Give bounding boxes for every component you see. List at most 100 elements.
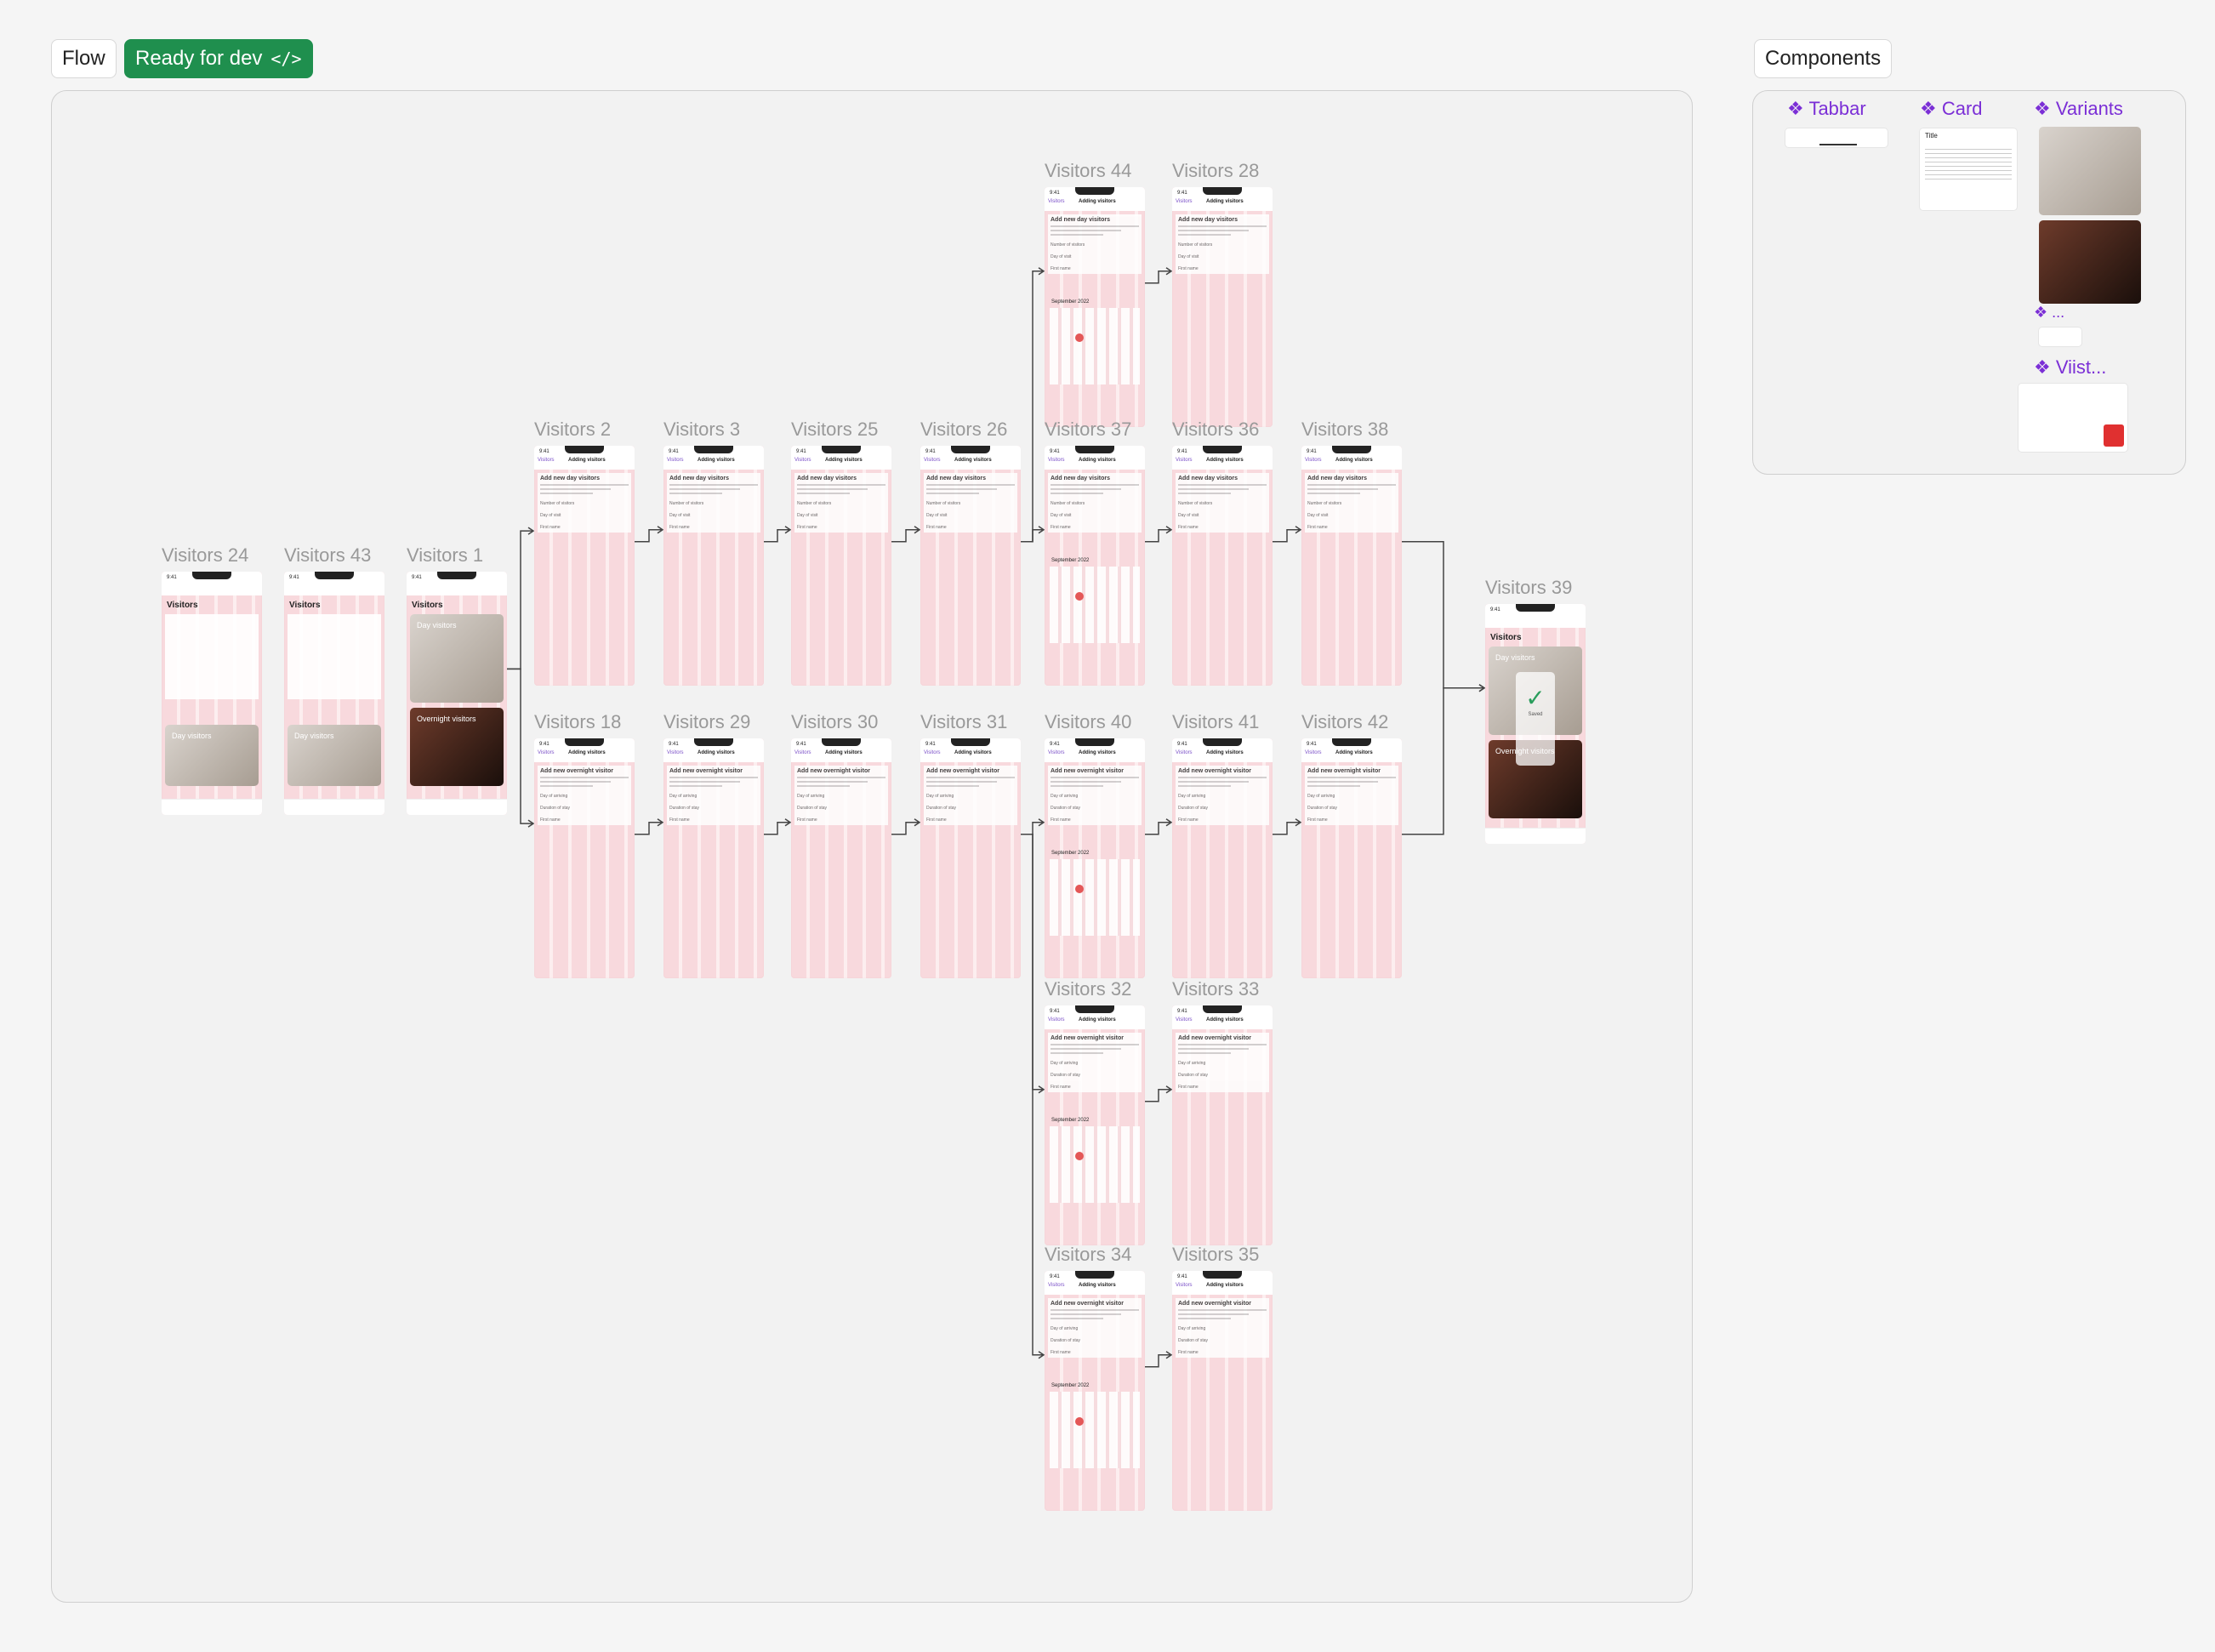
- tabbar[interactable]: [162, 799, 262, 815]
- tabbar[interactable]: [284, 799, 384, 815]
- screen-s26[interactable]: 9:41 Visitors Adding visitors Add new day v…: [920, 446, 1021, 686]
- small-component-thumb[interactable]: [2039, 328, 2081, 346]
- back-link[interactable]: Visitors: [1048, 458, 1065, 463]
- back-link[interactable]: Visitors: [794, 750, 811, 755]
- field-label: Day of arriving: [1178, 1326, 1206, 1331]
- components-chip[interactable]: Components: [1754, 39, 1893, 78]
- back-link[interactable]: Visitors: [1048, 1283, 1065, 1288]
- ready-for-dev-button[interactable]: Ready for dev </>: [124, 39, 313, 78]
- screen-s37[interactable]: 9:41 Visitors Adding visitors Add new day v…: [1045, 446, 1145, 686]
- day-visitors-card[interactable]: Day visitors: [165, 725, 259, 786]
- tabbar[interactable]: [407, 799, 507, 815]
- field-label: Duration of stay: [1178, 1338, 1209, 1343]
- back-link[interactable]: Visitors: [1048, 1017, 1065, 1023]
- screen-s25[interactable]: 9:41 Visitors Adding visitors Add new day v…: [791, 446, 891, 686]
- adding-visitors-title: Adding visitors: [698, 750, 735, 755]
- back-link[interactable]: Visitors: [1176, 1017, 1193, 1023]
- back-link[interactable]: Visitors: [1048, 750, 1065, 755]
- back-link[interactable]: Visitors: [667, 750, 684, 755]
- more-component[interactable]: ❖ ...: [2034, 304, 2064, 322]
- screen-s18[interactable]: 9:41 Visitors Adding visitors Add new overn…: [534, 738, 635, 978]
- tabbar-component[interactable]: ❖ Tabbar: [1787, 98, 1866, 120]
- variant-day-dark[interactable]: [2039, 220, 2141, 304]
- back-link[interactable]: Visitors: [538, 458, 555, 463]
- screen-s28[interactable]: 9:41 Visitors Adding visitors Add new day v…: [1172, 187, 1273, 427]
- screen-s36[interactable]: 9:41 Visitors Adding visitors Add new day v…: [1172, 446, 1273, 686]
- adding-visitors-title: Adding visitors: [1079, 1283, 1116, 1288]
- screen-s30[interactable]: 9:41 Visitors Adding visitors Add new overn…: [791, 738, 891, 978]
- status-time: 9:41: [1050, 1274, 1060, 1279]
- screen-s43[interactable]: 9:41 Visitors Day visitors: [284, 572, 384, 815]
- calendar[interactable]: [1050, 567, 1140, 643]
- day-visitors-card[interactable]: Day visitors: [288, 725, 381, 786]
- field-label: Day of visit: [926, 513, 948, 518]
- tabbar-label: Tabbar: [1808, 98, 1866, 119]
- field-label: First name: [540, 817, 561, 823]
- more-label: ...: [2052, 304, 2065, 321]
- screen-s31[interactable]: 9:41 Visitors Adding visitors Add new overn…: [920, 738, 1021, 978]
- screen-s29[interactable]: 9:41 Visitors Adding visitors Add new overn…: [663, 738, 764, 978]
- visitors-item-thumb[interactable]: [2019, 384, 2127, 452]
- back-link[interactable]: Visitors: [1176, 458, 1193, 463]
- tabbar-thumbnail[interactable]: [1785, 128, 1888, 147]
- screen-s42[interactable]: 9:41 Visitors Adding visitors Add new overn…: [1301, 738, 1402, 978]
- back-link[interactable]: Visitors: [924, 750, 941, 755]
- form-heading: Add new day visitors: [669, 476, 730, 481]
- variants-component[interactable]: ❖ Variants: [2034, 98, 2123, 120]
- screen-title: Visitors 37: [1045, 419, 1132, 440]
- screen-s32[interactable]: 9:41 Visitors Adding visitors Add new overn…: [1045, 1005, 1145, 1245]
- screen-s2[interactable]: 9:41 Visitors Adding visitors Add new day v…: [534, 446, 635, 686]
- variant-day-light[interactable]: [2039, 127, 2141, 215]
- card-thumbnail[interactable]: Title: [1920, 128, 2017, 210]
- card-component[interactable]: ❖ Card: [1920, 98, 1983, 120]
- screen-s1[interactable]: 9:41 Visitors Day visitors Overnight visito…: [407, 572, 507, 815]
- form-heading: Add new overnight visitor: [540, 768, 613, 774]
- screen-s44[interactable]: 9:41 Visitors Adding visitors Add new day v…: [1045, 187, 1145, 427]
- visitors-item-component[interactable]: ❖ Viist...: [2034, 356, 2106, 379]
- screen-s34[interactable]: 9:41 Visitors Adding visitors Add new overn…: [1045, 1271, 1145, 1511]
- back-link[interactable]: Visitors: [1176, 1283, 1193, 1288]
- back-link[interactable]: Visitors: [1176, 199, 1193, 204]
- day-visitors-card[interactable]: Day visitors: [410, 614, 504, 703]
- calendar[interactable]: [1050, 1126, 1140, 1203]
- selected-date[interactable]: [1075, 885, 1084, 893]
- back-link[interactable]: Visitors: [1305, 458, 1322, 463]
- calendar[interactable]: [1050, 1392, 1140, 1468]
- back-link[interactable]: Visitors: [794, 458, 811, 463]
- flow-chip[interactable]: Flow: [51, 39, 117, 78]
- field-label: Day of visit: [1051, 513, 1072, 518]
- back-link[interactable]: Visitors: [667, 458, 684, 463]
- screen-s24[interactable]: 9:41 Visitors Day visitors: [162, 572, 262, 815]
- screen-s38[interactable]: 9:41 Visitors Adding visitors Add new day v…: [1301, 446, 1402, 686]
- overnight-visitors-card[interactable]: Overnight visitors: [410, 708, 504, 786]
- back-link[interactable]: Visitors: [1048, 199, 1065, 204]
- calendar[interactable]: [1050, 859, 1140, 936]
- calendar[interactable]: [1050, 308, 1140, 385]
- selected-date[interactable]: [1075, 1152, 1084, 1160]
- visitors-heading: Visitors: [1490, 633, 1522, 642]
- back-link[interactable]: Visitors: [1305, 750, 1322, 755]
- screen-s39[interactable]: 9:41VisitorsDay visitorsOvernight visito…: [1485, 604, 1586, 844]
- back-link[interactable]: Visitors: [924, 458, 941, 463]
- selected-date[interactable]: [1075, 333, 1084, 342]
- screen-s40[interactable]: 9:41 Visitors Adding visitors Add new overn…: [1045, 738, 1145, 978]
- tabbar[interactable]: [1485, 828, 1586, 844]
- field-label: First name: [797, 525, 817, 530]
- form-heading: Add new day visitors: [540, 476, 601, 481]
- back-link[interactable]: Visitors: [1176, 750, 1193, 755]
- selected-date[interactable]: [1075, 1417, 1084, 1426]
- form-heading: Add new overnight visitor: [669, 768, 743, 774]
- screen-s35[interactable]: 9:41 Visitors Adding visitors Add new overn…: [1172, 1271, 1273, 1511]
- screen-s3[interactable]: 9:41 Visitors Adding visitors Add new day v…: [663, 446, 764, 686]
- screen-title: Visitors 3: [663, 419, 741, 440]
- adding-visitors-title: Adding visitors: [1206, 1283, 1244, 1288]
- status-time: 9:41: [539, 742, 549, 747]
- field-label: Number of visitors: [1051, 242, 1085, 248]
- selected-date[interactable]: [1075, 592, 1084, 601]
- screen-s41[interactable]: 9:41 Visitors Adding visitors Add new overn…: [1172, 738, 1273, 978]
- form-heading: Add new day visitors: [1307, 476, 1368, 481]
- screen-title: Visitors 24: [162, 544, 249, 566]
- form: Add new overnight visitor Day of arriving…: [1048, 766, 1142, 825]
- screen-s33[interactable]: 9:41 Visitors Adding visitors Add new overn…: [1172, 1005, 1273, 1245]
- back-link[interactable]: Visitors: [538, 750, 555, 755]
